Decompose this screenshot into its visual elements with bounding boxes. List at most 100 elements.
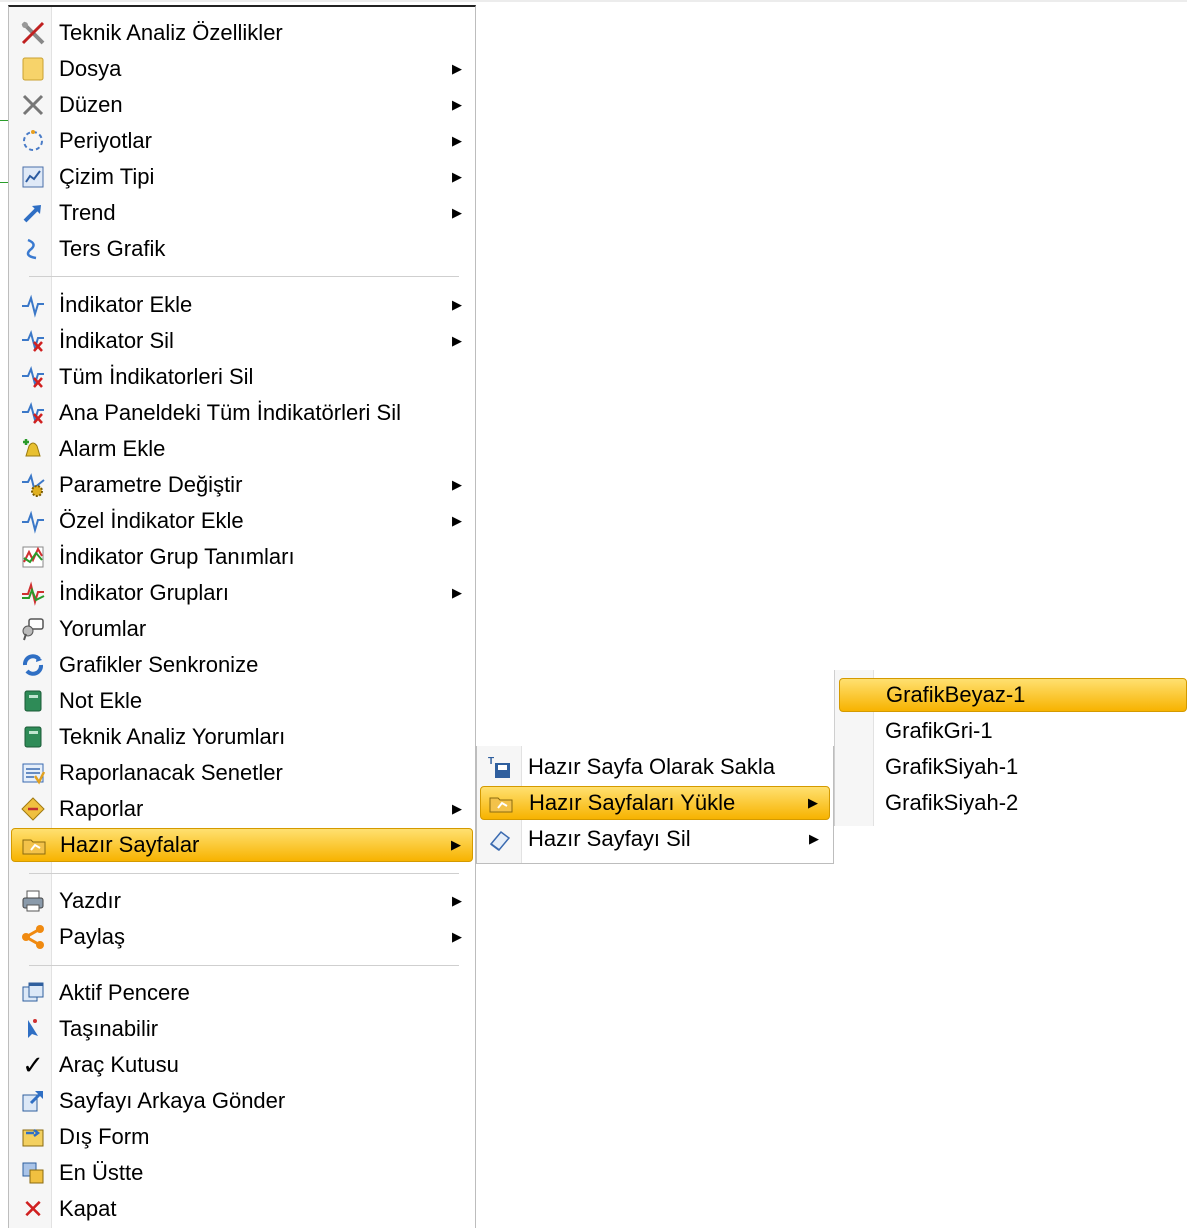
printer-icon [15, 886, 51, 916]
chart-line-fragment [0, 182, 8, 183]
menu-item-dosya[interactable]: Dosya ▶ [11, 52, 473, 86]
parameter-gear-icon [15, 470, 51, 500]
menu-item-label: İndikator Grupları [59, 580, 229, 605]
menu-item-duzen[interactable]: Düzen ▶ [11, 88, 473, 122]
menu-item-grafiksiyah-1[interactable]: GrafikSiyah-1 [839, 750, 1187, 784]
indicator-groups-icon [15, 578, 51, 608]
submenu-arrow-icon: ▶ [809, 831, 819, 846]
menu-item-sayfayi-arkaya-gonder[interactable]: Sayfayı Arkaya Gönder [11, 1084, 473, 1118]
menu-item-parametre-degistir[interactable]: Parametre Değiştir ▶ [11, 468, 473, 502]
menu-item-label: İndikator Grup Tanımları [59, 544, 295, 569]
context-menu: Teknik Analiz Özellikler Dosya ▶ Düzen ▶… [8, 5, 476, 1228]
sync-icon [15, 650, 51, 680]
menu-item-grafikgri-1[interactable]: GrafikGri-1 [839, 714, 1187, 748]
menu-item-raporlar[interactable]: Raporlar ▶ [11, 792, 473, 826]
wrench-hammer-icon [15, 90, 51, 120]
indicator-add-icon [15, 290, 51, 320]
menu-item-alarm-ekle[interactable]: Alarm Ekle [11, 432, 473, 466]
menu-item-periyotlar[interactable]: Periyotlar ▶ [11, 124, 473, 158]
menu-separator [29, 873, 459, 874]
submenu-hazir-sayfalari-yukle: GrafikBeyaz-1 GrafikGri-1 GrafikSiyah-1 … [834, 670, 1187, 826]
menu-item-tum-indikatorleri-sil[interactable]: Tüm İndikatorleri Sil [11, 360, 473, 394]
menu-item-label: Not Ekle [59, 688, 143, 713]
reports-icon [15, 794, 51, 824]
menu-item-yorumlar[interactable]: Yorumlar [11, 612, 473, 646]
menu-item-label: Yazdır [59, 888, 121, 913]
menu-item-ozel-indikator-ekle[interactable]: Özel İndikator Ekle ▶ [11, 504, 473, 538]
submenu-arrow-icon: ▶ [452, 169, 462, 184]
menu-item-label: Dış Form [59, 1124, 150, 1149]
bring-front-icon [15, 1158, 51, 1188]
menu-item-label: GrafikSiyah-1 [885, 754, 1019, 779]
menu-item-paylas[interactable]: Paylaş ▶ [11, 920, 473, 954]
menu-item-label: İndikator Sil [59, 328, 174, 353]
menu-item-label: Dosya [59, 56, 122, 81]
menu-item-hazir-sayfa-olarak-sakla[interactable]: T Hazır Sayfa Olarak Sakla [480, 750, 830, 784]
share-icon [15, 922, 51, 952]
menu-item-grafikler-senkronize[interactable]: Grafikler Senkronize [11, 648, 473, 682]
comments-icon [15, 614, 51, 644]
menu-item-not-ekle[interactable]: Not Ekle [11, 684, 473, 718]
menu-item-en-ustte[interactable]: En Üstte [11, 1156, 473, 1190]
menu-item-label: Teknik Analiz Özellikler [59, 20, 283, 45]
tools-icon [15, 18, 51, 48]
indicator-remove-icon [15, 326, 51, 356]
send-back-icon [15, 1086, 51, 1116]
menu-separator [29, 965, 459, 966]
chart-type-icon [15, 162, 51, 192]
menu-item-label: Raporlar [59, 796, 144, 821]
indicator-remove-panel-icon [15, 398, 51, 428]
menu-item-hazir-sayfalar[interactable]: Hazır Sayfalar ▶ [11, 828, 473, 862]
menu-item-aktif-pencere[interactable]: Aktif Pencere [11, 976, 473, 1010]
menu-item-teknik-analiz-yorumlari[interactable]: Teknik Analiz Yorumları [11, 720, 473, 754]
menu-item-dis-form[interactable]: Dış Form [11, 1120, 473, 1154]
submenu-arrow-icon: ▶ [452, 893, 462, 908]
menu-separator [29, 276, 459, 277]
close-x-icon: ✕ [22, 1194, 44, 1224]
menu-item-teknik-analiz-ozellikler[interactable]: Teknik Analiz Özellikler [11, 16, 473, 50]
menu-item-label: Hazır Sayfa Olarak Sakla [528, 754, 775, 779]
svg-text:T: T [488, 756, 494, 767]
menu-item-arac-kutusu[interactable]: ✓ Araç Kutusu [11, 1048, 473, 1082]
save-disk-icon: T [482, 752, 518, 782]
submenu-arrow-icon: ▶ [452, 61, 462, 76]
menu-item-label: GrafikSiyah-2 [885, 790, 1019, 815]
menu-item-indikator-grup-tanimlari[interactable]: İndikator Grup Tanımları [11, 540, 473, 574]
menu-item-hazir-sayfalari-yukle[interactable]: Hazır Sayfaları Yükle ▶ [480, 786, 830, 820]
alarm-bell-icon [15, 434, 51, 464]
menu-item-trend[interactable]: Trend ▶ [11, 196, 473, 230]
menu-item-indikator-gruplari[interactable]: İndikator Grupları ▶ [11, 576, 473, 610]
chart-line-fragment [0, 120, 8, 121]
submenu-arrow-icon: ▶ [452, 133, 462, 148]
menu-item-label: Tüm İndikatorleri Sil [59, 364, 254, 389]
menu-item-label: Çizim Tipi [59, 164, 155, 189]
indicator-remove-all-icon [15, 362, 51, 392]
menu-item-ana-paneldeki-tum-indikatorleri-sil[interactable]: Ana Paneldeki Tüm İndikatörleri Sil [11, 396, 473, 430]
menu-item-label: Yorumlar [59, 616, 147, 641]
menu-item-yazdir[interactable]: Yazdır ▶ [11, 884, 473, 918]
menu-item-grafiksiyah-2[interactable]: GrafikSiyah-2 [839, 786, 1187, 820]
menu-item-tasinabilir[interactable]: Taşınabilir [11, 1012, 473, 1046]
report-list-icon [15, 758, 51, 788]
submenu-arrow-icon: ▶ [452, 513, 462, 528]
menu-item-indikator-sil[interactable]: İndikator Sil ▶ [11, 324, 473, 358]
window-top-edge [0, 0, 1187, 2]
external-form-icon [15, 1122, 51, 1152]
ready-pages-folder-icon [16, 830, 52, 860]
menu-item-label: İndikator Ekle [59, 292, 193, 317]
menu-item-label: Alarm Ekle [59, 436, 166, 461]
menu-item-raporlanacak-senetler[interactable]: Raporlanacak Senetler [11, 756, 473, 790]
menu-item-label: GrafikBeyaz-1 [886, 682, 1026, 707]
menu-item-label: Taşınabilir [59, 1016, 159, 1041]
menu-item-label: Hazır Sayfayı Sil [528, 826, 691, 851]
menu-item-label: Teknik Analiz Yorumları [59, 724, 286, 749]
menu-item-cizim-tipi[interactable]: Çizim Tipi ▶ [11, 160, 473, 194]
menu-item-ters-grafik[interactable]: Ters Grafik [11, 232, 473, 266]
submenu-arrow-icon: ▶ [452, 205, 462, 220]
submenu-arrow-icon: ▶ [452, 333, 462, 348]
menu-item-kapat[interactable]: ✕ Kapat [11, 1192, 473, 1226]
menu-item-indikator-ekle[interactable]: İndikator Ekle ▶ [11, 288, 473, 322]
menu-item-label: Periyotlar [59, 128, 152, 153]
menu-item-grafikbeyaz-1[interactable]: GrafikBeyaz-1 [839, 678, 1187, 712]
menu-item-hazir-sayfayi-sil[interactable]: Hazır Sayfayı Sil ▶ [480, 822, 830, 856]
